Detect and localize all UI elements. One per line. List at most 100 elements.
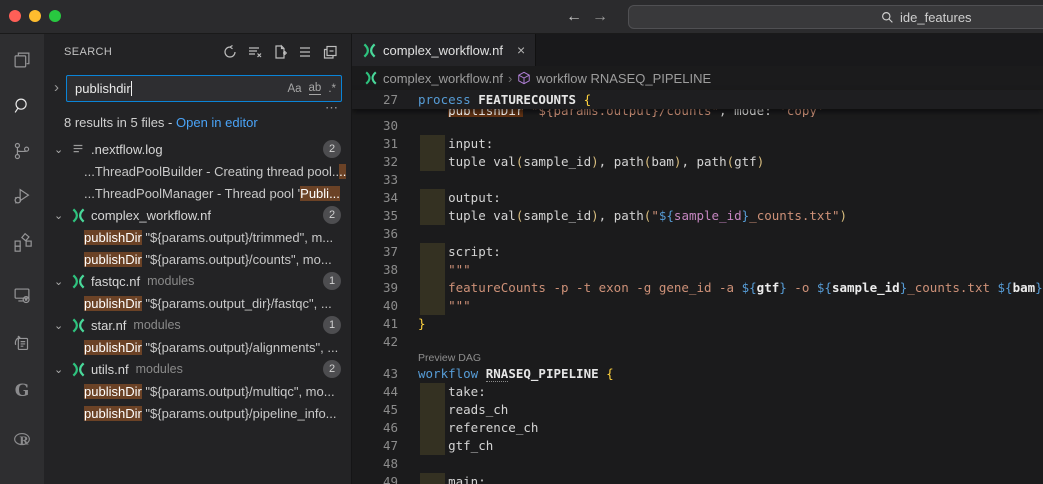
code-line[interactable]: 42 bbox=[352, 333, 1043, 351]
code-line[interactable]: 40 """ bbox=[352, 297, 1043, 315]
search-result-file-row[interactable]: ⌄complex_workflow.nf2 bbox=[44, 204, 351, 226]
line-number: 31 bbox=[352, 135, 398, 153]
zoom-window-button[interactable] bbox=[49, 10, 61, 22]
results-summary: 8 results in 5 files - Open in editor bbox=[64, 115, 258, 130]
tab-complex-workflow[interactable]: complex_workflow.nf × bbox=[352, 34, 536, 66]
search-result-match-row[interactable]: ...ThreadPoolBuilder - Creating thread p… bbox=[44, 160, 351, 182]
code-token: , path bbox=[681, 154, 726, 169]
close-tab-icon[interactable]: × bbox=[517, 42, 525, 58]
code-line[interactable]: 34 output: bbox=[352, 189, 1043, 207]
minimize-window-button[interactable] bbox=[29, 10, 41, 22]
gitlens-icon[interactable]: G bbox=[0, 374, 44, 408]
search-result-match-row[interactable]: publishDir "${params.output}/alignments"… bbox=[44, 336, 351, 358]
file-history-icon[interactable] bbox=[0, 326, 44, 360]
nav-back-button[interactable]: ← bbox=[566, 8, 582, 26]
clear-results-icon[interactable] bbox=[244, 41, 266, 63]
match-case-toggle[interactable]: Aa bbox=[287, 83, 301, 95]
code-token: FEATURECOUNTS bbox=[478, 92, 583, 107]
code-line[interactable]: 38 """ bbox=[352, 261, 1043, 279]
search-result-file-row[interactable]: ⌄star.nfmodules1 bbox=[44, 314, 351, 336]
code-line[interactable]: 36 bbox=[352, 225, 1043, 243]
refresh-icon[interactable] bbox=[219, 41, 241, 63]
open-in-editor-link[interactable]: Open in editor bbox=[176, 115, 258, 130]
code-line[interactable]: 47 gtf_ch bbox=[352, 437, 1043, 455]
code-text: reads_ch bbox=[418, 401, 508, 419]
search-result-match-row[interactable]: publishDir "${params.output_dir}/fastqc"… bbox=[44, 292, 351, 314]
run-debug-icon[interactable] bbox=[0, 179, 44, 213]
code-line[interactable]: 49 main: bbox=[352, 473, 1043, 484]
remote-explorer-icon[interactable] bbox=[0, 278, 44, 312]
new-search-editor-icon[interactable] bbox=[269, 41, 291, 63]
code-token: ) bbox=[757, 154, 765, 169]
line-number: 48 bbox=[352, 455, 398, 473]
code-token: featureCounts -p -t exon -g gene_id -a bbox=[418, 280, 742, 295]
r-language-icon[interactable]: R bbox=[0, 423, 44, 457]
file-name: .nextflow.log bbox=[91, 142, 163, 157]
code-line[interactable]: 48 bbox=[352, 455, 1043, 473]
code-token: ${ bbox=[659, 208, 674, 223]
code-token: take: bbox=[418, 384, 486, 399]
code-line[interactable]: 27process FEATURECOUNTS { bbox=[352, 90, 1043, 109]
search-result-match-row[interactable]: publishDir "${params.output}/multiqc", m… bbox=[44, 380, 351, 402]
cloud-icon[interactable] bbox=[0, 472, 44, 484]
tab-label: complex_workflow.nf bbox=[383, 43, 503, 58]
search-details-ellipsis[interactable]: ⋯ bbox=[325, 100, 339, 116]
chevron-down-icon[interactable]: ⌄ bbox=[54, 209, 70, 222]
code-line[interactable]: 46 reference_ch bbox=[352, 419, 1043, 437]
code-token: output: bbox=[418, 190, 501, 205]
match-text: "${params.output}/multiqc", mo... bbox=[142, 384, 335, 399]
code-line[interactable]: 37 script: bbox=[352, 243, 1043, 261]
result-count-badge: 2 bbox=[323, 140, 341, 158]
search-result-match-row[interactable]: publishDir "${params.output}/pipeline_in… bbox=[44, 402, 351, 424]
search-result-file-row[interactable]: ⌄ .nextflow.log 2 bbox=[44, 138, 351, 160]
whole-word-toggle[interactable]: ab bbox=[309, 82, 322, 95]
code-text: featureCounts -p -t exon -g gene_id -a $… bbox=[418, 279, 1043, 297]
nav-forward-button[interactable]: → bbox=[592, 8, 608, 26]
summary-separator: - bbox=[168, 115, 176, 130]
chevron-down-icon[interactable]: ⌄ bbox=[54, 319, 70, 332]
code-token: bam bbox=[651, 154, 674, 169]
code-token: publishDir bbox=[448, 109, 523, 117]
scrolled-partial-line: publishDir "${params.output}/counts", mo… bbox=[352, 109, 1043, 117]
code-line[interactable]: 43workflow RNASEQ_PIPELINE { bbox=[352, 365, 1043, 383]
search-input[interactable]: publishdir Aa ab .* bbox=[66, 75, 342, 102]
breadcrumb-symbol[interactable]: workflow RNASEQ_PIPELINE bbox=[536, 71, 711, 86]
code-line[interactable]: 45 reads_ch bbox=[352, 401, 1043, 419]
code-line[interactable]: 31 input: bbox=[352, 135, 1043, 153]
line-number: 30 bbox=[352, 117, 398, 135]
symbol-namespace-icon bbox=[517, 71, 531, 85]
collapse-all-icon[interactable] bbox=[319, 41, 341, 63]
breadcrumb-file[interactable]: complex_workflow.nf bbox=[383, 71, 503, 86]
code-line[interactable]: 33 bbox=[352, 171, 1043, 189]
code-text: script: bbox=[418, 243, 501, 261]
extensions-icon[interactable] bbox=[0, 225, 44, 259]
toggle-replace-chevron[interactable]: › bbox=[54, 79, 59, 96]
search-result-match-row[interactable]: publishDir "${params.output}/trimmed", m… bbox=[44, 226, 351, 248]
search-icon bbox=[881, 11, 894, 24]
chevron-down-icon[interactable]: ⌄ bbox=[54, 363, 70, 376]
code-line[interactable]: 35 tuple val(sample_id), path("${sample_… bbox=[352, 207, 1043, 225]
search-result-file-row[interactable]: ⌄utils.nfmodules2 bbox=[44, 358, 351, 380]
code-line[interactable]: 39 featureCounts -p -t exon -g gene_id -… bbox=[352, 279, 1043, 297]
match-text: "${params.output}/pipeline_info... bbox=[142, 406, 337, 421]
code-line[interactable]: 41} bbox=[352, 315, 1043, 333]
nextflow-file-icon bbox=[364, 71, 378, 85]
close-window-button[interactable] bbox=[9, 10, 21, 22]
search-icon[interactable] bbox=[0, 89, 44, 123]
code-line[interactable]: 44 take: bbox=[352, 383, 1043, 401]
search-result-match-row[interactable]: publishDir "${params.output}/counts", mo… bbox=[44, 248, 351, 270]
view-as-list-icon[interactable] bbox=[294, 41, 316, 63]
code-line[interactable]: 30 bbox=[352, 117, 1043, 135]
chevron-down-icon[interactable]: ⌄ bbox=[54, 275, 70, 288]
code-editor[interactable]: 27process FEATURECOUNTS { publishDir "${… bbox=[352, 90, 1043, 484]
code-line[interactable]: 32 tuple val(sample_id), path(bam), path… bbox=[352, 153, 1043, 171]
explorer-icon[interactable] bbox=[0, 43, 44, 77]
source-control-icon[interactable] bbox=[0, 134, 44, 168]
search-result-file-row[interactable]: ⌄fastqc.nfmodules1 bbox=[44, 270, 351, 292]
chevron-down-icon[interactable]: ⌄ bbox=[54, 143, 70, 156]
search-result-match-row[interactable]: ...ThreadPoolManager - Thread pool 'Publ… bbox=[44, 182, 351, 204]
code-text: } bbox=[418, 315, 426, 333]
regex-toggle[interactable]: .* bbox=[328, 83, 336, 95]
command-center[interactable]: ide_features bbox=[628, 5, 1043, 29]
codelens-preview-dag[interactable]: Preview DAG bbox=[352, 351, 1043, 365]
